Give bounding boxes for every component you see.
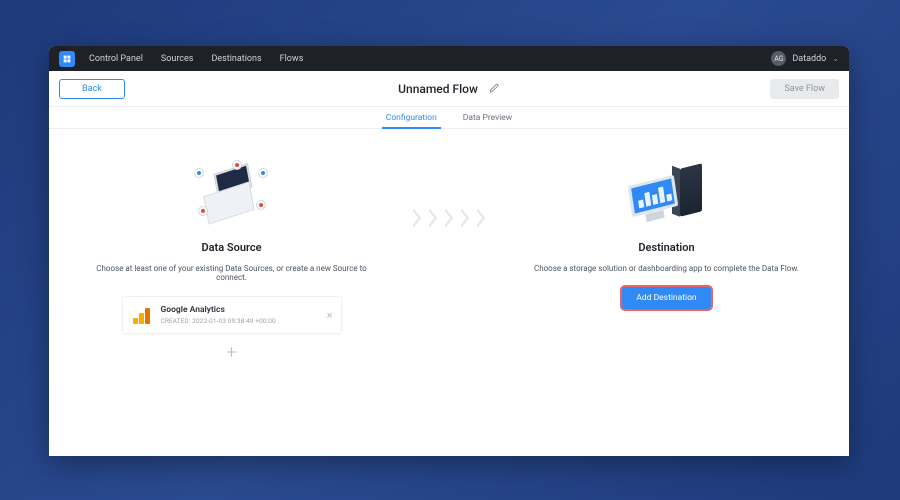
nav-links: Control Panel Sources Destinations Flows <box>89 54 303 64</box>
remove-source-icon[interactable]: × <box>327 309 333 322</box>
nav-flows[interactable]: Flows <box>280 54 304 64</box>
tabs: Configuration Data Preview <box>49 107 849 129</box>
source-meta: CREATED: 2022-01-03 09:38:49 +00:00 <box>161 317 276 325</box>
user-label: Dataddo <box>792 54 826 64</box>
edit-icon[interactable] <box>488 79 500 98</box>
source-name: Google Analytics <box>161 305 276 315</box>
top-nav: Control Panel Sources Destinations Flows… <box>49 46 849 71</box>
save-flow-button[interactable]: Save Flow <box>770 79 839 99</box>
back-button[interactable]: Back <box>59 79 125 99</box>
destination-column: Destination Choose a storage solution or… <box>524 157 809 309</box>
add-destination-button[interactable]: Add Destination <box>622 287 710 309</box>
avatar: AG <box>771 51 786 66</box>
destination-illustration <box>617 157 717 237</box>
source-card-text: Google Analytics CREATED: 2022-01-03 09:… <box>161 305 276 325</box>
destination-subtext: Choose a storage solution or dashboardin… <box>534 264 799 273</box>
tab-data-preview[interactable]: Data Preview <box>463 107 512 128</box>
page-title: Unnamed Flow <box>398 82 478 96</box>
source-illustration <box>182 157 282 237</box>
nav-destinations[interactable]: Destinations <box>211 54 261 64</box>
nav-user[interactable]: AG Dataddo ⌄ <box>771 51 839 66</box>
add-source-button[interactable]: + <box>226 344 236 362</box>
main-content: Data Source Choose at least one of your … <box>49 129 849 362</box>
data-source-column: Data Source Choose at least one of your … <box>89 157 374 362</box>
app-window: Control Panel Sources Destinations Flows… <box>49 46 849 456</box>
google-analytics-icon <box>133 306 151 324</box>
header-bar: Back Unnamed Flow Save Flow <box>49 71 849 107</box>
tab-configuration[interactable]: Configuration <box>386 107 437 128</box>
flow-title-group: Unnamed Flow <box>398 79 500 98</box>
flow-arrows-icon <box>404 207 494 229</box>
source-heading: Data Source <box>201 241 261 254</box>
nav-sources[interactable]: Sources <box>161 54 194 64</box>
nav-control-panel[interactable]: Control Panel <box>89 54 143 64</box>
source-card[interactable]: Google Analytics CREATED: 2022-01-03 09:… <box>122 296 342 334</box>
chevron-down-icon: ⌄ <box>832 54 839 63</box>
brand-logo[interactable] <box>59 51 75 67</box>
source-subtext: Choose at least one of your existing Dat… <box>92 264 372 282</box>
destination-heading: Destination <box>638 241 694 254</box>
